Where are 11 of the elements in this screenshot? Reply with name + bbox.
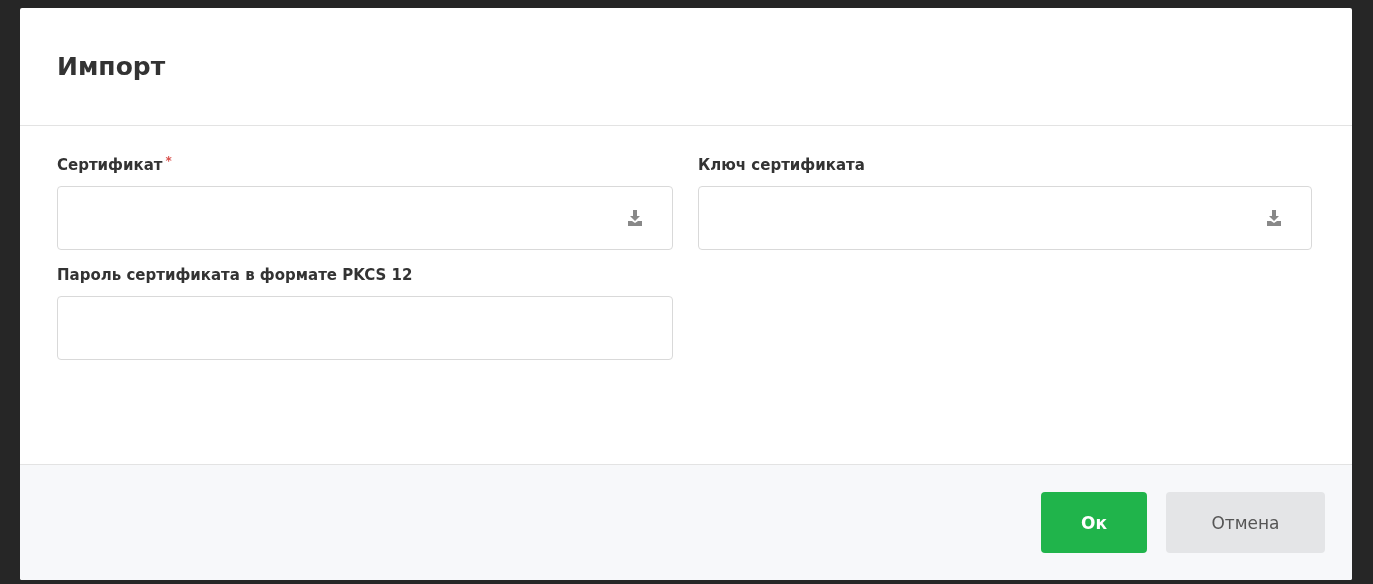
download-icon[interactable] xyxy=(628,210,642,226)
required-mark: * xyxy=(165,154,172,168)
password-field[interactable] xyxy=(57,296,673,360)
cancel-button[interactable]: Отмена xyxy=(1166,492,1325,553)
field-label: Пароль сертификата в формате PKCS 12 xyxy=(57,266,413,284)
field-label: Сертификат xyxy=(57,156,163,174)
file-field[interactable] xyxy=(57,186,673,250)
field-label: Ключ сертификата xyxy=(698,156,865,174)
download-icon[interactable] xyxy=(1267,210,1281,226)
dialog-title: Импорт xyxy=(57,52,166,81)
file-field[interactable] xyxy=(698,186,1312,250)
